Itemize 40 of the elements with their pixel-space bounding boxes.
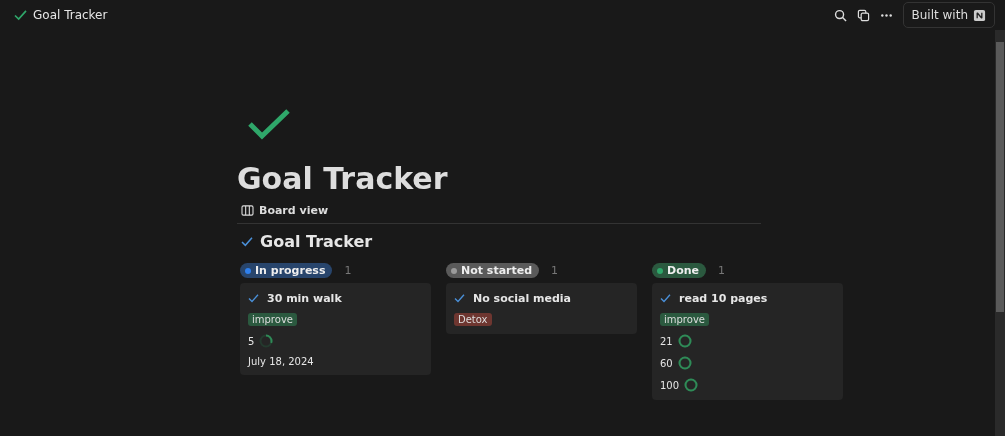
tag: improve bbox=[660, 313, 709, 326]
card-count: 1 bbox=[344, 264, 352, 277]
board-card[interactable]: No social media Detox bbox=[446, 283, 637, 334]
card-title: 30 min walk bbox=[267, 292, 342, 305]
status-label: Not started bbox=[461, 264, 533, 277]
progress-ring bbox=[677, 334, 692, 348]
progress-ring bbox=[259, 334, 274, 348]
progress-value: 100 bbox=[660, 379, 680, 391]
progress-value: 60 bbox=[660, 357, 673, 369]
check-icon bbox=[454, 294, 465, 303]
page-title: Goal Tracker bbox=[33, 8, 108, 22]
logo-icon bbox=[973, 8, 986, 22]
progress-value: 5 bbox=[248, 335, 255, 347]
columns-icon bbox=[241, 205, 254, 216]
status-label: In progress bbox=[255, 264, 326, 277]
check-icon bbox=[247, 108, 291, 140]
database-title: Goal Tracker bbox=[260, 232, 373, 251]
progress-ring bbox=[677, 356, 692, 370]
check-icon bbox=[241, 236, 253, 247]
search-icon[interactable] bbox=[833, 8, 847, 22]
page-heading: Goal Tracker bbox=[237, 160, 448, 198]
scrollbar[interactable] bbox=[995, 30, 1005, 436]
tag: Detox bbox=[454, 313, 492, 326]
check-icon bbox=[660, 294, 671, 303]
board-view-tab[interactable]: Board view bbox=[241, 202, 329, 219]
check-icon bbox=[14, 9, 27, 21]
card-title: read 10 pages bbox=[679, 292, 768, 305]
built-with-button[interactable]: Built with bbox=[902, 2, 995, 28]
board-card[interactable]: 30 min walk improve 5 July 18, 2024 bbox=[240, 283, 431, 375]
progress-ring bbox=[684, 378, 699, 392]
tag: improve bbox=[248, 313, 297, 326]
check-icon bbox=[248, 294, 259, 303]
progress-value: 21 bbox=[660, 335, 673, 347]
card-date: July 18, 2024 bbox=[248, 356, 314, 367]
card-count: 1 bbox=[551, 264, 559, 277]
card-count: 1 bbox=[718, 264, 725, 277]
card-title: No social media bbox=[473, 292, 571, 305]
board-card[interactable]: read 10 pages improve 21 60 100 bbox=[652, 283, 843, 400]
status-label: Done bbox=[667, 264, 699, 277]
duplicate-icon[interactable] bbox=[856, 8, 870, 22]
